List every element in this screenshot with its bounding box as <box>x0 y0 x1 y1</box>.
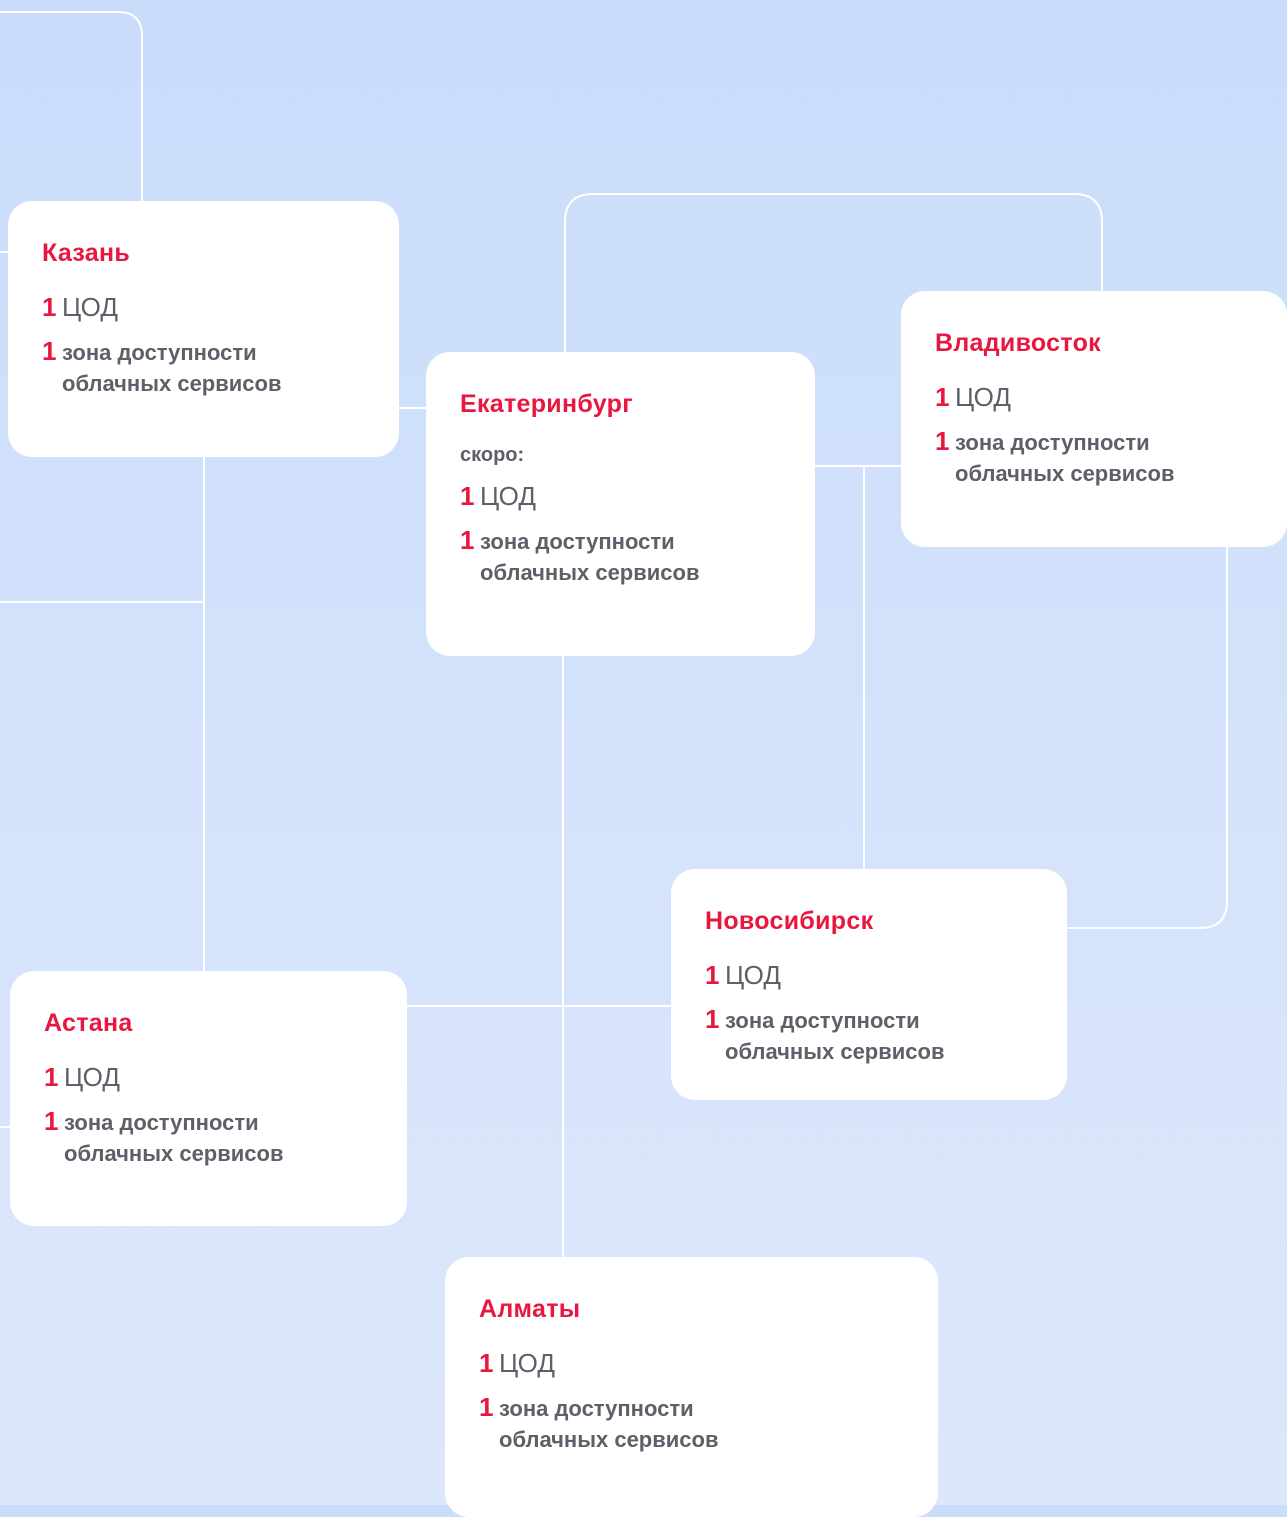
zone-label-line1: зона доступности <box>64 1110 259 1135</box>
city-name: Казань <box>42 239 131 267</box>
datacenter-label: ЦОД <box>499 1348 555 1378</box>
datacenter-count: 1 <box>705 960 720 990</box>
datacenter-stat: 1 ЦОД <box>705 960 1033 990</box>
availability-zone-stat: 1 зона доступности облачных сервисов <box>705 1004 1033 1067</box>
datacenter-stat: 1 ЦОД <box>44 1062 373 1092</box>
city-card-astana: Астана 1 ЦОД 1 зона доступности облачных… <box>10 971 407 1226</box>
zone-count: 1 <box>42 336 57 366</box>
zone-count: 1 <box>460 525 475 555</box>
zone-label: зона доступности облачных сервисов <box>499 1392 719 1455</box>
zone-count: 1 <box>935 426 950 456</box>
datacenter-stat: 1 ЦОД <box>935 382 1253 412</box>
datacenter-stat: 1 ЦОД <box>460 481 781 511</box>
zone-label: зона доступности облачных сервисов <box>480 525 700 588</box>
availability-zone-stat: 1 зона доступности облачных сервисов <box>44 1106 373 1169</box>
connector-vladivostok-novosibirsk <box>1065 545 1228 929</box>
datacenter-count: 1 <box>935 382 950 412</box>
zone-label-line1: зона доступности <box>955 430 1150 455</box>
city-name: Екатеринбург <box>460 390 633 418</box>
datacenter-label: ЦОД <box>64 1062 120 1092</box>
availability-zone-stat: 1 зона доступности облачных сервисов <box>460 525 781 588</box>
datacenter-count: 1 <box>42 292 57 322</box>
datacenter-stat: 1 ЦОД <box>42 292 365 322</box>
zone-label-line2: облачных сервисов <box>499 1427 719 1452</box>
city-card-kazan: Казань 1 ЦОД 1 зона доступности облачных… <box>8 201 399 457</box>
connector-kazan-top <box>0 11 143 202</box>
city-card-ekaterinburg: Екатеринбург скоро: 1 ЦОД 1 зона доступн… <box>426 352 815 656</box>
zone-count: 1 <box>705 1004 720 1034</box>
availability-zone-stat: 1 зона доступности облачных сервисов <box>479 1392 904 1455</box>
zone-label-line1: зона доступности <box>725 1008 920 1033</box>
city-card-vladivostok: Владивосток 1 ЦОД 1 зона доступности обл… <box>901 291 1287 547</box>
datacenter-count: 1 <box>44 1062 59 1092</box>
datacenter-label: ЦОД <box>955 382 1011 412</box>
zone-label-line2: облачных сервисов <box>480 560 700 585</box>
zone-label-line2: облачных сервисов <box>725 1039 945 1064</box>
city-name: Владивосток <box>935 329 1101 357</box>
zone-label: зона доступности облачных сервисов <box>64 1106 284 1169</box>
zone-label-line2: облачных сервисов <box>62 371 282 396</box>
datacenter-label: ЦОД <box>480 481 536 511</box>
datacenter-count: 1 <box>479 1348 494 1378</box>
availability-zone-stat: 1 зона доступности облачных сервисов <box>935 426 1253 489</box>
status-soon: скоро: <box>460 444 525 466</box>
city-name: Астана <box>44 1009 133 1037</box>
zone-label-line1: зона доступности <box>480 529 675 554</box>
zone-count: 1 <box>479 1392 494 1422</box>
city-name: Алматы <box>479 1295 581 1323</box>
zone-label-line1: зона доступности <box>62 340 257 365</box>
zone-label: зона доступности облачных сервисов <box>955 426 1175 489</box>
city-card-almaty: Алматы 1 ЦОД 1 зона доступности облачных… <box>445 1257 938 1517</box>
zone-label-line1: зона доступности <box>499 1396 694 1421</box>
datacenter-count: 1 <box>460 481 475 511</box>
zone-label: зона доступности облачных сервисов <box>725 1004 945 1067</box>
datacenter-label: ЦОД <box>725 960 781 990</box>
zone-label-line2: облачных сервисов <box>64 1141 284 1166</box>
zone-label-line2: облачных сервисов <box>955 461 1175 486</box>
availability-zone-stat: 1 зона доступности облачных сервисов <box>42 336 365 399</box>
zone-count: 1 <box>44 1106 59 1136</box>
datacenter-stat: 1 ЦОД <box>479 1348 904 1378</box>
zone-label: зона доступности облачных сервисов <box>62 336 282 399</box>
city-card-novosibirsk: Новосибирск 1 ЦОД 1 зона доступности обл… <box>671 869 1067 1100</box>
city-name: Новосибирск <box>705 907 874 935</box>
datacenter-label: ЦОД <box>62 292 118 322</box>
